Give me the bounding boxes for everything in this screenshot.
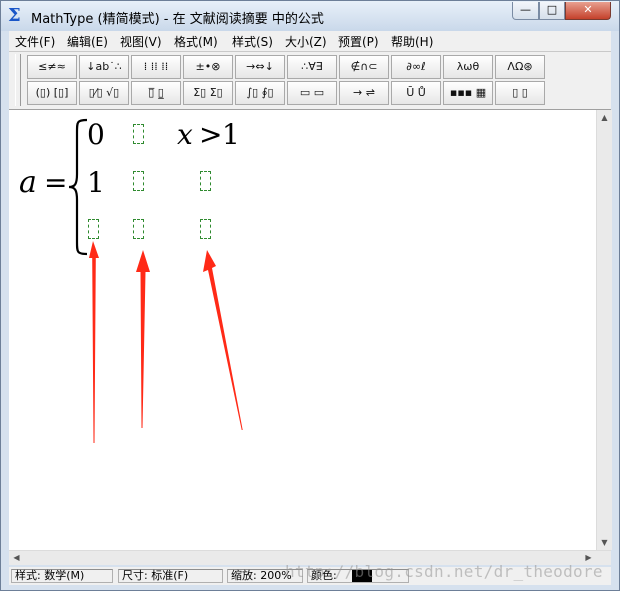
palette-relations[interactable]: ≤≠≈ bbox=[27, 55, 77, 79]
close-button[interactable]: ✕ bbox=[565, 2, 611, 20]
menu-preferences[interactable]: 预置(P) bbox=[338, 33, 379, 50]
title-bar[interactable]: Σ MathType (精简模式) - 在 文献阅读摘要 中的公式 — □ ✕ bbox=[1, 1, 619, 31]
palette-arrows[interactable]: →⇔↓ bbox=[235, 55, 285, 79]
watermark-text: http://blog.csdn.net/dr_theodore bbox=[285, 562, 603, 581]
sigma-icon: Σ bbox=[8, 5, 21, 26]
palette-summations[interactable]: Σ▯ Σ▯ bbox=[183, 81, 233, 105]
menu-size[interactable]: 大小(Z) bbox=[285, 33, 327, 50]
palette-misc-symbols[interactable]: ∂∞ℓ bbox=[391, 55, 441, 79]
red-arrow-1 bbox=[89, 241, 99, 443]
menu-edit[interactable]: 编辑(E) bbox=[67, 33, 108, 50]
scroll-up-arrow-icon[interactable]: ▲ bbox=[597, 110, 612, 125]
red-arrow-3 bbox=[203, 250, 243, 430]
palette-scripts[interactable]: ▯̅ ▯̲ bbox=[131, 81, 181, 105]
palette-bars[interactable]: ▭ ▭ bbox=[287, 81, 337, 105]
symbol-palette-toolbar: ≤≠≈ ↓ab˙∴ ⁞ ⁞⁞ ⁞⁞ ±•⊗ →⇔↓ ∴∀∃ ∉∩⊂ ∂∞ℓ λω… bbox=[9, 52, 611, 110]
palette-operators[interactable]: ±•⊗ bbox=[183, 55, 233, 79]
palette-spaces-ellipses[interactable]: ↓ab˙∴ bbox=[79, 55, 129, 79]
palette-greek-upper[interactable]: ΛΩ⊛ bbox=[495, 55, 545, 79]
palette-set-theory[interactable]: ∉∩⊂ bbox=[339, 55, 389, 79]
palette-products[interactable]: Ū Ů bbox=[391, 81, 441, 105]
menu-format[interactable]: 格式(M) bbox=[174, 33, 218, 50]
menu-view[interactable]: 视图(V) bbox=[120, 33, 162, 50]
red-arrow-2 bbox=[136, 250, 150, 428]
palette-greek-lower[interactable]: λωθ bbox=[443, 55, 493, 79]
minimize-button[interactable]: — bbox=[512, 2, 539, 20]
window-title: MathType (精简模式) - 在 文献阅读摘要 中的公式 bbox=[31, 12, 324, 27]
palette-logic[interactable]: ∴∀∃ bbox=[287, 55, 337, 79]
palette-embellishments[interactable]: ⁞ ⁞⁞ ⁞⁞ bbox=[131, 55, 181, 79]
menu-file[interactable]: 文件(F) bbox=[15, 33, 55, 50]
maximize-button[interactable]: □ bbox=[539, 2, 565, 20]
menu-bar: 文件(F) 编辑(E) 视图(V) 格式(M) 样式(S) 大小(Z) 预置(P… bbox=[9, 31, 611, 52]
status-style: 样式: 数学(M) bbox=[11, 569, 113, 583]
palette-integrals[interactable]: ∫▯ ∮▯ bbox=[235, 81, 285, 105]
palette-fractions-roots[interactable]: ▯⁄▯ √▯ bbox=[79, 81, 129, 105]
palette-boxes[interactable]: ▯ ▯ bbox=[495, 81, 545, 105]
mathtype-window: Σ MathType (精简模式) - 在 文献阅读摘要 中的公式 — □ ✕ … bbox=[0, 0, 620, 591]
palette-labeled-arrows[interactable]: → ⇌ bbox=[339, 81, 389, 105]
equation-editor-area[interactable]: a = 0 x > 1 1 bbox=[9, 110, 596, 550]
status-size: 尺寸: 标准(F) bbox=[118, 569, 223, 583]
palette-fences[interactable]: (▯) [▯] bbox=[27, 81, 77, 105]
vertical-scrollbar[interactable]: ▲ ▼ bbox=[596, 110, 612, 550]
scroll-down-arrow-icon[interactable]: ▼ bbox=[597, 535, 612, 550]
scroll-left-arrow-icon[interactable]: ◀ bbox=[9, 551, 24, 565]
menu-style[interactable]: 样式(S) bbox=[232, 33, 273, 50]
menu-help[interactable]: 帮助(H) bbox=[391, 33, 433, 50]
palette-matrices[interactable]: ▪▪▪ ▦ bbox=[443, 81, 493, 105]
toolbar-grip[interactable] bbox=[15, 54, 21, 106]
annotation-arrows bbox=[89, 241, 243, 443]
